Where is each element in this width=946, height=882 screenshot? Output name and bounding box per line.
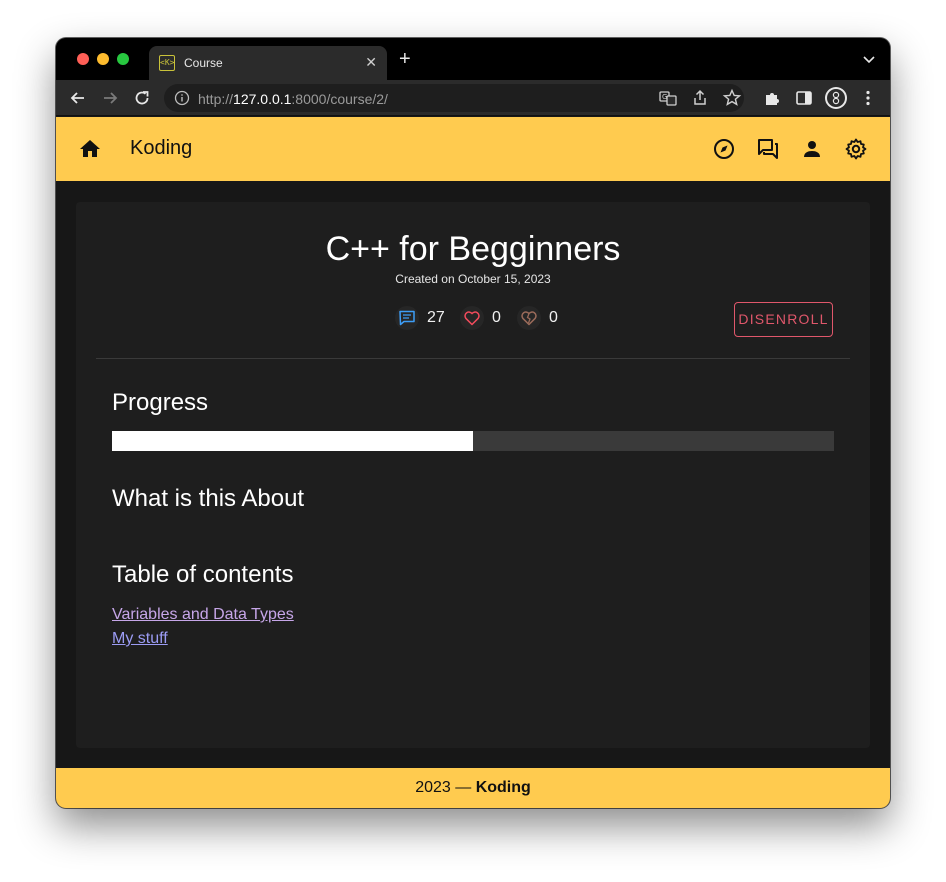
tab-strip: <K> Course ✕ + [56, 38, 890, 80]
browser-window: <K> Course ✕ + http://127.0.0.1:8000/cou… [56, 38, 890, 808]
toc-link-variables[interactable]: Variables and Data Types [112, 606, 294, 624]
explore-icon[interactable] [712, 137, 736, 161]
new-tab-icon[interactable]: + [399, 49, 411, 69]
page-footer: 2023 — Koding [56, 768, 890, 808]
disenroll-button[interactable]: DISENROLL [734, 302, 833, 337]
toc-link-my-stuff[interactable]: My stuff [112, 630, 168, 648]
forward-icon[interactable] [100, 88, 120, 108]
dislikes-stat[interactable]: 0 [517, 305, 558, 331]
chevron-down-icon[interactable] [862, 52, 876, 66]
progress-bar-fill [112, 431, 473, 451]
close-tab-icon[interactable]: ✕ [365, 54, 377, 71]
comments-stat[interactable]: 27 [395, 305, 445, 331]
person-icon[interactable] [800, 137, 824, 161]
bookmark-star-icon[interactable] [722, 88, 742, 108]
heart-icon [460, 306, 484, 330]
about-heading: What is this About [112, 485, 305, 512]
address-bar[interactable]: http://127.0.0.1:8000/course/2/ [164, 84, 744, 112]
home-icon[interactable] [78, 137, 102, 161]
footer-year: 2023 — [415, 779, 472, 796]
heart-broken-icon [517, 306, 541, 330]
progress-heading: Progress [112, 389, 209, 416]
extensions-icon[interactable] [762, 88, 782, 108]
favicon-icon: <K> [159, 55, 175, 71]
course-title: C++ for Begginners [325, 230, 621, 268]
toc-heading: Table of contents [112, 561, 294, 588]
page-viewport: Koding C++ for Begginners Created on Oct… [56, 117, 890, 808]
side-panel-icon[interactable] [794, 88, 814, 108]
svg-text:G: G [662, 93, 667, 101]
browser-toolbar: http://127.0.0.1:8000/course/2/ G [56, 80, 890, 116]
likes-stat[interactable]: 0 [460, 305, 501, 331]
share-icon[interactable] [690, 88, 710, 108]
app-bar: Koding [56, 117, 890, 181]
more-vert-icon[interactable] [858, 88, 878, 108]
minimize-window-button[interactable] [97, 53, 109, 65]
reload-icon[interactable] [132, 88, 152, 108]
footer-brand: Koding [475, 779, 531, 796]
comment-icon [395, 306, 419, 330]
app-brand[interactable]: Koding [130, 137, 192, 160]
url-text: http://127.0.0.1:8000/course/2/ [198, 91, 388, 107]
likes-count: 0 [492, 309, 501, 326]
tab-course[interactable]: <K> Course ✕ [149, 46, 387, 80]
course-card: C++ for Begginners Created on October 15… [76, 202, 870, 748]
dislikes-count: 0 [549, 309, 558, 326]
profile-avatar-icon[interactable] [824, 86, 848, 110]
progress-bar [112, 431, 834, 451]
info-icon[interactable] [174, 90, 190, 106]
tab-title: Course [184, 56, 223, 70]
course-created-date: Created on October 15, 2023 [395, 272, 551, 286]
comments-count: 27 [427, 309, 445, 326]
forum-icon[interactable] [756, 137, 780, 161]
divider [96, 358, 850, 359]
translate-icon[interactable]: G [658, 88, 678, 108]
back-icon[interactable] [68, 88, 88, 108]
close-window-button[interactable] [77, 53, 89, 65]
maximize-window-button[interactable] [117, 53, 129, 65]
settings-gear-icon[interactable] [844, 137, 868, 161]
